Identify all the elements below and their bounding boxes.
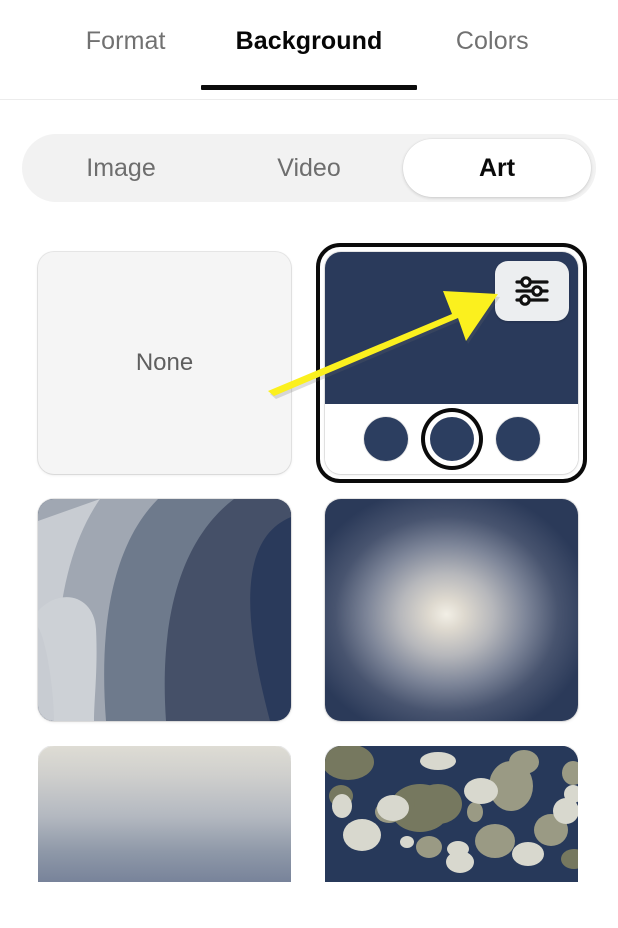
tab-format[interactable]: Format bbox=[34, 0, 217, 56]
segment-video[interactable]: Video bbox=[215, 139, 403, 197]
color-swatch-3[interactable] bbox=[495, 417, 540, 461]
tab-background[interactable]: Background bbox=[200, 0, 417, 90]
art-option-terrazzo[interactable] bbox=[325, 746, 578, 882]
segment-art-label: Art bbox=[478, 153, 516, 182]
color-swatch-2-selected[interactable] bbox=[429, 417, 474, 461]
art-option-none[interactable]: None bbox=[38, 252, 291, 474]
segment-art[interactable]: Art bbox=[403, 139, 591, 197]
art-gallery-grid: None bbox=[0, 243, 618, 882]
top-tab-bar: Format Background Colors bbox=[0, 0, 618, 100]
art-option-linear-gradient[interactable] bbox=[38, 746, 291, 882]
art-option-radial-glow[interactable] bbox=[325, 499, 578, 721]
art-color-swatch-row bbox=[325, 404, 578, 474]
gallery-cell-linear-gradient bbox=[38, 746, 291, 882]
segmented-control-wrapper: Image Video Art bbox=[0, 100, 618, 202]
art-option-solid-navy[interactable] bbox=[325, 252, 578, 474]
color-swatch-1[interactable] bbox=[363, 417, 408, 461]
tab-colors-label: Colors bbox=[455, 27, 529, 55]
segment-video-label: Video bbox=[277, 153, 341, 182]
gallery-cell-terrazzo bbox=[325, 746, 578, 882]
gallery-cell-contour bbox=[38, 499, 291, 721]
none-label: None bbox=[135, 349, 194, 376]
segment-image-label: Image bbox=[86, 153, 156, 182]
segment-image[interactable]: Image bbox=[27, 139, 215, 197]
art-settings-button[interactable] bbox=[495, 261, 569, 321]
sliders-icon bbox=[515, 276, 549, 306]
contour-pattern-graphic bbox=[38, 499, 291, 721]
tab-background-label: Background bbox=[235, 27, 383, 55]
background-art-panel: Format Background Colors Image Video Art bbox=[0, 0, 618, 928]
art-preview-canvas bbox=[325, 252, 578, 404]
gallery-cell-none: None bbox=[38, 252, 291, 474]
gallery-cell-radial bbox=[325, 499, 578, 721]
media-type-segmented-control: Image Video Art bbox=[22, 134, 596, 202]
terrazzo-pattern-graphic bbox=[325, 746, 578, 882]
gallery-cell-selected-art bbox=[316, 243, 587, 483]
active-tab-underline bbox=[200, 85, 417, 90]
art-option-contour[interactable] bbox=[38, 499, 291, 721]
tab-colors[interactable]: Colors bbox=[401, 0, 584, 56]
tab-format-label: Format bbox=[85, 27, 166, 55]
